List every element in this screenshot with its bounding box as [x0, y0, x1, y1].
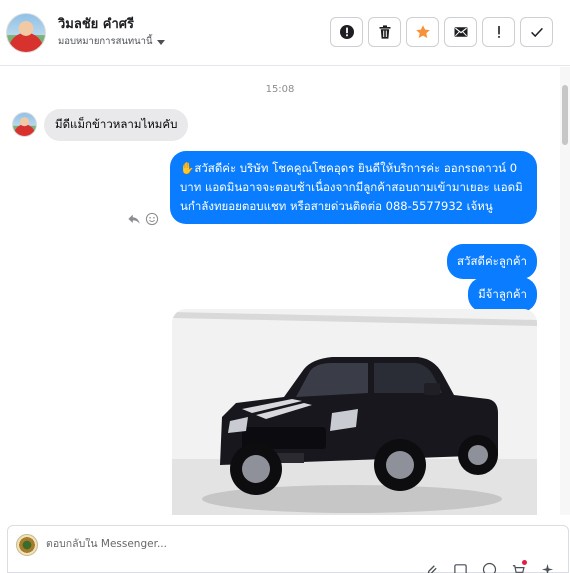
- message-timestamp: 15:08: [265, 84, 295, 95]
- sparkle-icon: [541, 563, 554, 573]
- contact-avatar[interactable]: [6, 13, 46, 53]
- exclamation-icon: [497, 26, 500, 38]
- shop-button[interactable]: [511, 560, 527, 573]
- incoming-message[interactable]: มีดีแม็กข้าวหลามไหมคับ: [44, 109, 189, 141]
- star-button[interactable]: [406, 17, 439, 47]
- message-box-icon: [454, 564, 467, 573]
- envelope-icon: [454, 27, 467, 37]
- star-icon: [415, 25, 430, 38]
- follow-up-button[interactable]: [482, 17, 515, 47]
- mark-unread-button[interactable]: [444, 17, 477, 47]
- sender-avatar: [12, 112, 37, 137]
- reply-composer: [7, 525, 569, 573]
- emoji-button[interactable]: [482, 562, 498, 573]
- message-hover-tools: [127, 212, 159, 226]
- emoji-react-icon[interactable]: [145, 212, 159, 226]
- photo-attachment[interactable]: [172, 309, 537, 515]
- outgoing-message[interactable]: สวัสดีค่ะลูกค้า: [447, 244, 537, 279]
- scrollbar-thumb[interactable]: [562, 85, 568, 145]
- outgoing-message[interactable]: มีจ้าลูกค้า: [468, 277, 537, 312]
- inbox-conversation: วิมลชัย คำศรี มอบหมายการสนทนานี้ 15:08 ม…: [0, 0, 570, 573]
- chevron-down-icon: [156, 39, 165, 45]
- outgoing-message[interactable]: ✋สวัสดีค่ะ บริษัท โชคคูณโชคอุดร ยินดีให้…: [170, 151, 537, 224]
- more-actions-button[interactable]: [540, 562, 556, 573]
- emoji-icon: [482, 562, 497, 573]
- reply-icon[interactable]: [127, 212, 141, 226]
- report-spam-button[interactable]: [330, 17, 363, 47]
- attach-button[interactable]: [424, 562, 440, 573]
- page-avatar: [16, 534, 38, 556]
- alert-circle-icon: [339, 25, 354, 39]
- paperclip-icon: [427, 565, 437, 573]
- mark-done-button[interactable]: [520, 17, 553, 47]
- contact-name[interactable]: วิมลชัย คำศรี: [58, 13, 134, 34]
- header-actions: [330, 17, 553, 47]
- check-icon: [530, 27, 543, 38]
- composer-tools: [424, 560, 556, 573]
- reply-input[interactable]: [46, 538, 346, 550]
- truck-photo: [172, 309, 537, 515]
- assign-label: มอบหมายการสนทนานี้: [58, 36, 153, 47]
- notification-dot: [522, 560, 527, 565]
- conversation-header: วิมลชัย คำศรี มอบหมายการสนทนานี้: [0, 0, 570, 66]
- assign-conversation-dropdown[interactable]: มอบหมายการสนทนานี้: [58, 34, 165, 49]
- delete-button[interactable]: [368, 17, 401, 47]
- trash-icon: [379, 25, 390, 39]
- message-thread[interactable]: 15:08 มีดีแม็กข้าวหลามไหมคับ ✋สวัสดีค่ะ …: [0, 67, 560, 515]
- saved-replies-button[interactable]: [453, 562, 469, 573]
